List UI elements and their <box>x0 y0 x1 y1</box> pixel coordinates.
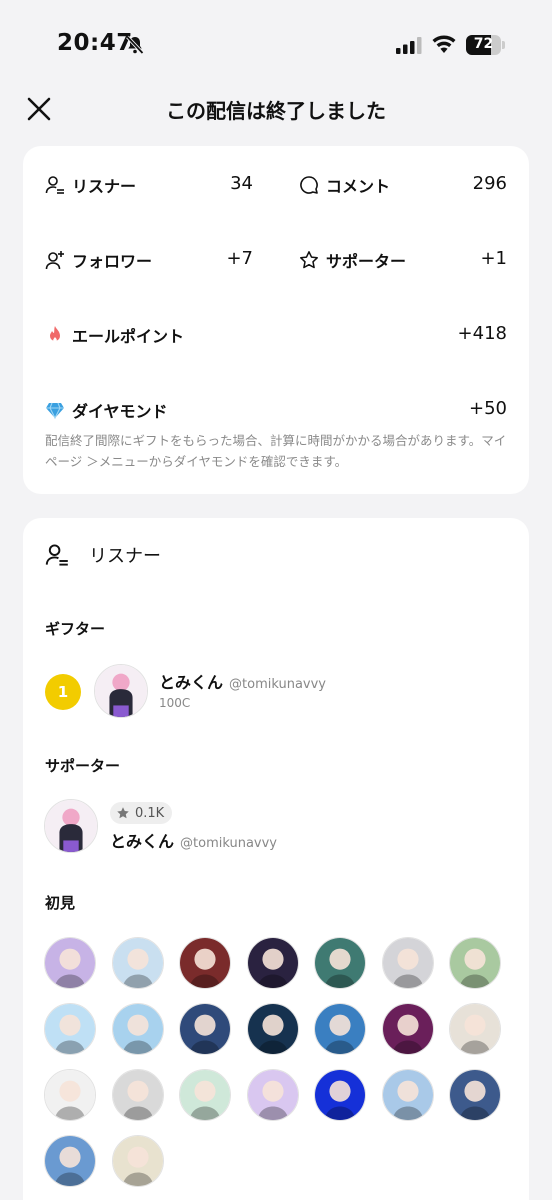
rank-badge: 1 <box>45 674 81 710</box>
first-time-avatar[interactable] <box>314 937 366 989</box>
listener-icon <box>45 176 64 194</box>
supporter-star-badge: 0.1K <box>110 802 173 824</box>
gifter-display-name: とみくん <box>159 673 224 692</box>
stat-followers-value: +7 <box>226 248 253 269</box>
first-time-avatar[interactable] <box>179 937 231 989</box>
supporter-badge-value: 0.1K <box>135 805 165 821</box>
stat-comments-label: コメント <box>326 177 391 196</box>
first-time-avatar[interactable] <box>314 1003 366 1055</box>
first-time-avatar[interactable] <box>44 1135 96 1187</box>
diamond-note: 配信終了間際にギフトをもらった場合、計算に時間がかかる場合があります。マイページ… <box>45 433 507 469</box>
stat-comments-value: 296 <box>472 173 507 194</box>
first-time-avatar[interactable] <box>44 1069 96 1121</box>
bell-slash-icon <box>126 35 144 55</box>
stat-yell-points: エールポイント <box>45 323 184 347</box>
first-time-avatar[interactable] <box>381 937 434 989</box>
supporter-name[interactable]: とみくん @tomikunavvy <box>110 828 277 852</box>
stat-supporters: サポーター <box>299 248 406 272</box>
supporter-title: サポーター <box>45 757 121 775</box>
first-time-avatar[interactable] <box>111 937 164 989</box>
first-time-avatar[interactable] <box>246 1003 299 1055</box>
stat-comments: コメント <box>299 173 390 197</box>
gifter-handle: @tomikunavvy <box>229 677 326 692</box>
diamond-icon <box>46 402 64 420</box>
stat-diamonds-label: ダイヤモンド <box>72 402 168 421</box>
first-time-avatar[interactable] <box>44 1003 96 1055</box>
listener-icon <box>45 544 68 566</box>
stat-listeners-value: 34 <box>230 173 253 194</box>
battery-percent: 72 <box>473 36 494 52</box>
first-time-avatar[interactable] <box>179 1003 231 1055</box>
stat-yell-points-label: エールポイント <box>72 327 185 346</box>
first-time-avatar[interactable] <box>111 1069 164 1121</box>
first-time-avatar[interactable] <box>179 1069 231 1121</box>
first-time-avatar[interactable] <box>111 1003 164 1055</box>
supporter-display-name: とみくん <box>110 832 175 851</box>
comment-icon <box>300 176 318 194</box>
stat-diamonds: ダイヤモンド <box>45 398 168 422</box>
stat-listeners-label: リスナー <box>72 177 137 196</box>
cellular-signal-icon <box>396 37 422 54</box>
follower-add-icon <box>45 251 64 270</box>
listener-section-header: リスナー <box>45 542 161 568</box>
first-time-title: 初見 <box>45 894 76 912</box>
gifter-name[interactable]: とみくん @tomikunavvy <box>159 669 326 693</box>
supporter-handle: @tomikunavvy <box>180 836 277 851</box>
first-time-avatar[interactable] <box>449 1003 501 1055</box>
stat-supporters-value: +1 <box>480 248 507 269</box>
status-bar: 20:47 72 <box>0 0 552 90</box>
first-time-avatar[interactable] <box>381 1069 434 1121</box>
stat-yell-points-value: +418 <box>457 323 507 344</box>
gifter-title: ギフター <box>45 620 106 638</box>
stat-followers-label: フォロワー <box>72 252 153 271</box>
status-time: 20:47 <box>57 30 133 56</box>
stat-listeners: リスナー <box>45 173 136 197</box>
stat-supporters-label: サポーター <box>326 252 407 271</box>
supporter-avatar[interactable] <box>44 799 98 853</box>
flame-icon <box>50 326 60 342</box>
gifter-avatar[interactable] <box>94 664 148 718</box>
stat-followers: フォロワー <box>45 248 152 272</box>
listener-card: リスナー ギフター 1 とみくん @tomikunavvy 100C サポーター … <box>23 518 529 1200</box>
battery-indicator: 72 <box>466 35 505 55</box>
first-time-avatar[interactable] <box>449 937 501 989</box>
first-time-avatar[interactable] <box>381 1003 434 1055</box>
first-time-avatar[interactable] <box>246 1069 299 1121</box>
wifi-icon <box>432 35 456 53</box>
star-icon <box>300 251 318 269</box>
first-time-avatar[interactable] <box>111 1135 164 1187</box>
first-time-avatar[interactable] <box>449 1069 501 1121</box>
stats-card: リスナー 34 コメント 296 フォロワー +7 サポーター +1 エールポイ… <box>23 146 529 494</box>
star-filled-icon <box>117 807 129 819</box>
first-time-avatar[interactable] <box>314 1069 366 1121</box>
gifter-amount: 100C <box>159 696 191 710</box>
stat-diamonds-value: +50 <box>469 398 507 419</box>
first-time-avatar[interactable] <box>246 937 299 989</box>
listener-section-title: リスナー <box>89 546 161 567</box>
first-time-avatar[interactable] <box>44 937 96 989</box>
page-title: この配信は終了しました <box>166 99 386 123</box>
